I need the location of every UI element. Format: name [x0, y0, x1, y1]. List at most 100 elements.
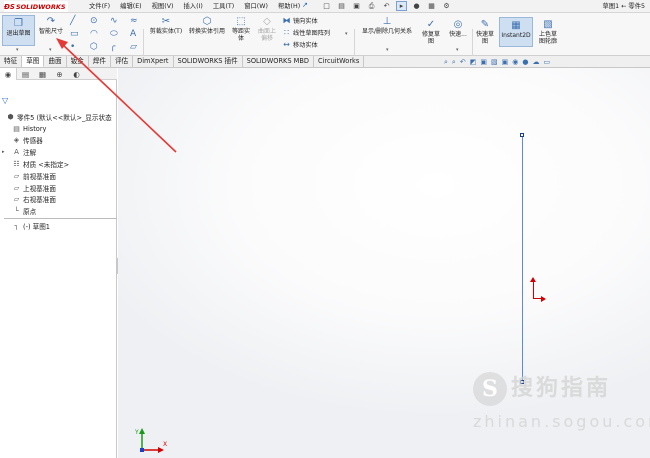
- offset-entities-button[interactable]: ⬚ 等距实 体: [230, 16, 252, 43]
- display-delete-relations-button[interactable]: ⊥ 显示/删除几何关系: [356, 16, 418, 36]
- print-icon[interactable]: ⎙: [366, 1, 377, 11]
- tree-item-origin[interactable]: └ 原点: [0, 205, 117, 217]
- slot-tool-icon[interactable]: ≈: [130, 16, 138, 26]
- trim-entities-button[interactable]: ✂ 剪裁实体(T): [146, 16, 186, 36]
- display-style-icon[interactable]: ▣: [502, 58, 509, 66]
- line-tool-icon[interactable]: ╱: [70, 16, 75, 26]
- tree-item-history[interactable]: ▤ History: [0, 123, 117, 135]
- sketch-line-endpoint-top[interactable]: [520, 133, 524, 137]
- configuration-manager-tab-icon[interactable]: ▦: [34, 68, 51, 80]
- smart-dim-dropdown-icon[interactable]: ▾: [49, 47, 52, 53]
- edit-appearance-icon[interactable]: ●: [522, 58, 528, 66]
- filter-icon[interactable]: ▽: [2, 96, 8, 105]
- offset-icon: ⬚: [236, 16, 246, 27]
- solidworks-logo[interactable]: ĐS SOLIDWORKS: [4, 1, 68, 12]
- property-manager-tab-icon[interactable]: ▤: [17, 68, 34, 80]
- tree-item-sketch1[interactable]: ┐ (-) 草图1: [0, 220, 117, 232]
- zoom-to-fit-icon[interactable]: ⌕: [444, 58, 448, 67]
- menu-edit[interactable]: 编辑(E): [115, 0, 147, 13]
- spline-tool-icon[interactable]: ∿: [110, 16, 118, 26]
- file-properties-icon[interactable]: ▦: [426, 1, 437, 11]
- tree-item-sensors[interactable]: ◈ 传感器: [0, 135, 117, 147]
- apply-scene-icon[interactable]: ☁: [532, 58, 539, 66]
- ellipse-tool-icon[interactable]: ⬭: [110, 29, 118, 39]
- fillet-tool-icon[interactable]: ╭: [110, 42, 115, 52]
- tree-item-front-plane[interactable]: ▱ 前视基准面: [0, 170, 117, 182]
- feature-tree: ⬢ 零件5 (默认<<默认>_显示状态 ▤ History ◈ 传感器 ▸ A …: [0, 111, 117, 232]
- menu-insert[interactable]: 插入(I): [178, 0, 207, 13]
- menu-tools[interactable]: 工具(T): [208, 0, 239, 13]
- options-gear-icon[interactable]: ⚙: [441, 1, 452, 11]
- polygon-tool-icon[interactable]: ⬡: [90, 42, 98, 52]
- select-cursor-icon[interactable]: ▸: [396, 1, 407, 11]
- offset-on-surface-button[interactable]: ◇ 曲面上 偏移: [254, 16, 280, 43]
- rectangle-tool-icon[interactable]: ▭: [70, 29, 79, 39]
- rapid-sketch-button[interactable]: ✎ 快速草 图: [474, 19, 496, 46]
- quick-snaps-dropdown-icon[interactable]: ▾: [456, 47, 459, 53]
- display-manager-tab-icon[interactable]: ◐: [68, 68, 85, 80]
- tab-evaluate[interactable]: 评估: [111, 56, 134, 67]
- view-orientation-icon[interactable]: ▧: [491, 58, 498, 66]
- expand-arrow-icon[interactable]: ▸: [2, 149, 8, 155]
- plane-tool-icon[interactable]: ▱: [130, 42, 137, 52]
- rollback-bar[interactable]: [4, 218, 117, 220]
- new-document-icon[interactable]: □: [321, 1, 332, 11]
- menu-window[interactable]: 窗口(W): [239, 0, 273, 13]
- exit-sketch-dropdown-icon[interactable]: ▾: [16, 47, 19, 53]
- tab-dimxpert[interactable]: DimXpert: [133, 56, 174, 67]
- arc-tool-icon[interactable]: ◠: [90, 29, 98, 39]
- tab-sketch[interactable]: 草图: [22, 56, 45, 67]
- relations-icon: ⊥: [382, 16, 392, 27]
- menu-view[interactable]: 视图(V): [147, 0, 179, 13]
- menu-file[interactable]: 文件(F): [84, 0, 115, 13]
- hide-show-items-icon[interactable]: ◉: [512, 58, 518, 66]
- mirror-entities-button[interactable]: ⧓ 镜向实体: [282, 16, 318, 25]
- rebuild-icon[interactable]: ●: [411, 1, 422, 11]
- graphics-area[interactable]: Y X S 搜狗指南 zhinan.sogou.com: [118, 68, 650, 458]
- zoom-area-icon[interactable]: ⌕: [452, 58, 456, 67]
- quick-snaps-button[interactable]: ◎ 快速...: [446, 19, 470, 39]
- tab-sheet-metal[interactable]: 钣金: [67, 56, 89, 67]
- sketch-line[interactable]: [522, 135, 523, 382]
- tree-item-material[interactable]: ☷ 材质 <未指定>: [0, 158, 117, 170]
- point-tool-icon[interactable]: •: [70, 42, 75, 52]
- save-icon[interactable]: ▣: [351, 1, 362, 11]
- feature-manager-tab-icon[interactable]: ◉: [0, 68, 17, 80]
- pin-menu-icon[interactable]: ↗: [302, 1, 308, 9]
- plane-icon: ▱: [13, 171, 20, 180]
- tree-item-top-plane[interactable]: ▱ 上视基准面: [0, 182, 117, 194]
- section-view-icon[interactable]: ◩: [470, 58, 477, 66]
- move-icon: ↔: [283, 40, 290, 49]
- undo-icon[interactable]: ↶: [381, 1, 392, 11]
- tab-features[interactable]: 特征: [0, 56, 23, 67]
- relations-dropdown-icon[interactable]: ▾: [386, 47, 389, 53]
- history-icon: ▤: [13, 124, 20, 133]
- convert-entities-button[interactable]: ⬡ 转换实体引用: [186, 16, 228, 36]
- text-tool-icon[interactable]: A: [130, 29, 136, 39]
- circle-tool-icon[interactable]: ⊙: [90, 16, 98, 26]
- instant2d-button[interactable]: ▦ Instant2D: [499, 17, 533, 47]
- shaded-sketch-contours-button[interactable]: ▧ 上色草 图轮廓: [535, 19, 561, 46]
- dynamic-annotation-icon[interactable]: ▣: [480, 58, 487, 66]
- watermark-logo: S: [473, 372, 507, 406]
- tree-item-annotations[interactable]: ▸ A 注解: [0, 146, 117, 158]
- tab-solidworks-addins[interactable]: SOLIDWORKS 插件: [174, 56, 243, 67]
- exit-sketch-button[interactable]: ❐ 退出草图: [2, 15, 35, 46]
- smart-dimension-button[interactable]: ↷ 智能尺寸: [36, 16, 66, 36]
- move-entities-button[interactable]: ↔ 移动实体: [282, 40, 318, 49]
- menu-help[interactable]: 帮助(H): [273, 0, 305, 13]
- previous-view-icon[interactable]: ↶: [460, 58, 466, 66]
- ds-logo-mark: ĐS: [4, 2, 15, 11]
- tab-surfaces[interactable]: 曲面: [44, 56, 67, 67]
- tab-weldments[interactable]: 焊件: [89, 56, 111, 67]
- tree-item-part[interactable]: ⬢ 零件5 (默认<<默认>_显示状态: [0, 111, 117, 123]
- tree-item-right-plane[interactable]: ▱ 右视基准面: [0, 194, 117, 206]
- pattern-dropdown-icon[interactable]: ▾: [345, 31, 348, 37]
- open-folder-icon[interactable]: ▤: [336, 1, 347, 11]
- repair-sketch-button[interactable]: ✓ 修复草 图: [420, 19, 442, 46]
- tab-solidworks-mbd[interactable]: SOLIDWORKS MBD: [243, 56, 314, 67]
- dimxpert-manager-tab-icon[interactable]: ⊕: [51, 68, 68, 80]
- linear-pattern-button[interactable]: ∷ 线性草图阵列: [282, 28, 330, 37]
- view-settings-icon[interactable]: ▭: [543, 58, 550, 66]
- tab-circuitworks[interactable]: CircuitWorks: [314, 56, 365, 67]
